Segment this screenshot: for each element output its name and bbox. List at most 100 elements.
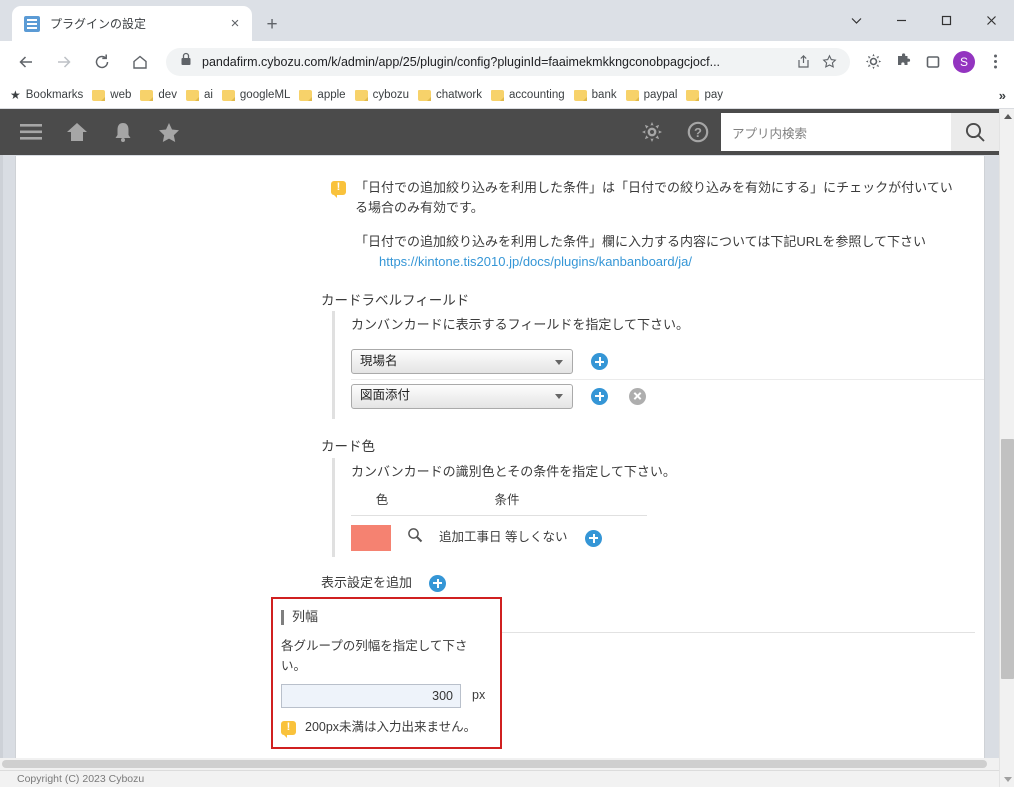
home-icon[interactable] <box>54 109 100 155</box>
column-width-warning: 200px未満は入力出来ません。 <box>281 718 490 737</box>
bookmark-item[interactable]: bank <box>574 89 617 101</box>
column-width-input-row: 300 px <box>281 684 490 708</box>
bookmark-label: cybozu <box>373 89 409 101</box>
folder-icon <box>491 90 504 101</box>
extensions-puzzle-icon[interactable] <box>888 46 918 78</box>
folder-icon <box>140 90 153 101</box>
address-bar[interactable]: pandafirm.cybozu.com/k/admin/app/25/plug… <box>166 48 850 76</box>
add-color-rule-button[interactable] <box>585 530 602 547</box>
back-icon[interactable] <box>10 46 42 78</box>
folder-icon <box>626 90 639 101</box>
condition-text: 追加工事日 等しくない <box>439 528 567 547</box>
column-width-title-row: 列幅 <box>281 607 490 627</box>
docs-link[interactable]: https://kintone.tis2010.jp/docs/plugins/… <box>379 252 975 272</box>
star-outline-icon[interactable] <box>816 49 842 75</box>
bookmark-item[interactable]: chatwork <box>418 89 482 101</box>
star-icon: ★ <box>10 88 21 102</box>
field-select-1[interactable]: 現場名 <box>351 349 573 374</box>
magnifier-icon[interactable] <box>407 527 423 549</box>
add-field-button-1[interactable] <box>591 353 608 370</box>
sidepanel-icon[interactable] <box>918 46 948 78</box>
folder-icon <box>186 90 199 101</box>
horizontal-scrollbar-thumb[interactable] <box>2 760 987 768</box>
search-icon[interactable] <box>951 113 999 151</box>
add-field-button-2[interactable] <box>591 388 608 405</box>
lock-icon <box>180 52 192 71</box>
field-select-2[interactable]: 図面添付 <box>351 384 573 409</box>
warning-note: 「日付での追加絞り込みを利用した条件」は「日付での絞り込みを有効にする」にチェッ… <box>331 178 961 218</box>
search-input[interactable]: アプリ内検索 <box>721 113 951 151</box>
column-width-unit: px <box>472 686 485 705</box>
card-color-table: 色 条件 追加工事日 等しくない <box>351 491 984 551</box>
card-label-field-row: 図面添付 <box>351 379 984 413</box>
bookmark-label: ai <box>204 89 213 101</box>
kintone-header: ? アプリ内検索 <box>0 109 999 155</box>
minimize-icon[interactable] <box>879 0 924 41</box>
forward-icon[interactable] <box>48 46 80 78</box>
vertical-scrollbar[interactable] <box>999 109 1014 787</box>
bookmark-item[interactable]: accounting <box>491 89 565 101</box>
bell-icon[interactable] <box>100 109 146 155</box>
column-width-section: 列幅 各グループの列幅を指定して下さい。 300 px 200px未満は入力出来… <box>271 597 502 749</box>
table-header: 色 条件 <box>351 491 647 516</box>
bookmark-item[interactable]: paypal <box>626 89 678 101</box>
card-label-field-row: 現場名 <box>351 345 984 379</box>
window-close-icon[interactable] <box>969 0 1014 41</box>
three-dot-menu-icon[interactable] <box>980 46 1010 78</box>
column-width-title: 列幅 <box>292 607 318 627</box>
url-note: 「日付での追加絞り込みを利用した条件」欄に入力する内容については下記URLを参照… <box>355 232 975 272</box>
hamburger-menu-icon[interactable] <box>8 109 54 155</box>
bookmark-item[interactable]: pay <box>686 89 723 101</box>
column-width-warning-text: 200px未満は入力出来ません。 <box>305 718 476 737</box>
section-title-card-label-field: カードラベルフィールド <box>321 291 984 312</box>
new-tab-button[interactable]: + <box>258 11 286 37</box>
settings-gear-icon[interactable] <box>858 46 888 78</box>
section-title-card-color: カード色 <box>321 437 984 458</box>
avatar[interactable]: S <box>953 51 975 73</box>
bookmark-item[interactable]: googleML <box>222 89 291 101</box>
folder-icon <box>92 90 105 101</box>
bookmark-item[interactable]: ai <box>186 89 213 101</box>
bookmark-item[interactable]: dev <box>140 89 177 101</box>
warning-icon <box>331 181 346 195</box>
chevron-down-icon[interactable] <box>834 0 879 41</box>
home-icon[interactable] <box>124 46 156 78</box>
bookmark-item[interactable]: cybozu <box>355 89 409 101</box>
url-text: pandafirm.cybozu.com/k/admin/app/25/plug… <box>202 55 790 69</box>
bookmark-label: pay <box>704 89 723 101</box>
card-label-field-description: カンバンカードに表示するフィールドを指定して下さい。 <box>351 315 984 335</box>
folder-icon <box>686 90 699 101</box>
browser-navbar: pandafirm.cybozu.com/k/admin/app/25/plug… <box>0 41 1014 82</box>
color-swatch[interactable] <box>351 525 391 551</box>
section-card-label-field: カンバンカードに表示するフィールドを指定して下さい。 現場名 図面添付 <box>332 311 984 418</box>
help-icon[interactable]: ? <box>675 109 721 155</box>
close-icon[interactable]: × <box>224 13 246 35</box>
vertical-scrollbar-thumb[interactable] <box>1001 439 1014 679</box>
gear-icon[interactable] <box>629 109 675 155</box>
bookmark-item[interactable]: web <box>92 89 131 101</box>
column-width-description: 各グループの列幅を指定して下さい。 <box>281 637 490 676</box>
maximize-icon[interactable] <box>924 0 969 41</box>
reload-icon[interactable] <box>86 46 118 78</box>
delete-field-button-2[interactable] <box>629 388 646 405</box>
warning-note-text: 「日付での追加絞り込みを利用した条件」は「日付での絞り込みを有効にする」にチェッ… <box>355 178 961 218</box>
folder-icon <box>299 90 312 101</box>
column-width-input[interactable]: 300 <box>281 684 461 708</box>
bookmark-root-label: Bookmarks <box>26 89 84 101</box>
section-card-color: カンバンカードの識別色とその条件を指定して下さい。 色 条件 追加工事日 等しく… <box>332 458 984 558</box>
add-display-setting-button[interactable] <box>429 575 446 592</box>
scroll-down-icon[interactable] <box>1000 772 1014 787</box>
browser-tab[interactable]: プラグインの設定 × <box>12 6 252 41</box>
add-display-setting-label: 表示設定を追加 <box>321 573 412 593</box>
bookmark-item[interactable]: apple <box>299 89 345 101</box>
warning-icon <box>281 721 296 735</box>
bookmark-label: accounting <box>509 89 565 101</box>
star-icon[interactable] <box>146 109 192 155</box>
card-color-description: カンバンカードの識別色とその条件を指定して下さい。 <box>351 462 984 482</box>
scroll-up-icon[interactable] <box>1000 109 1014 124</box>
share-icon[interactable] <box>790 49 816 75</box>
browser-titlebar: プラグインの設定 × + <box>0 0 1014 41</box>
bookmarks-overflow-icon[interactable]: » <box>999 88 1006 103</box>
chevron-down-icon <box>555 360 563 365</box>
bookmark-root[interactable]: ★ Bookmarks <box>10 88 83 102</box>
